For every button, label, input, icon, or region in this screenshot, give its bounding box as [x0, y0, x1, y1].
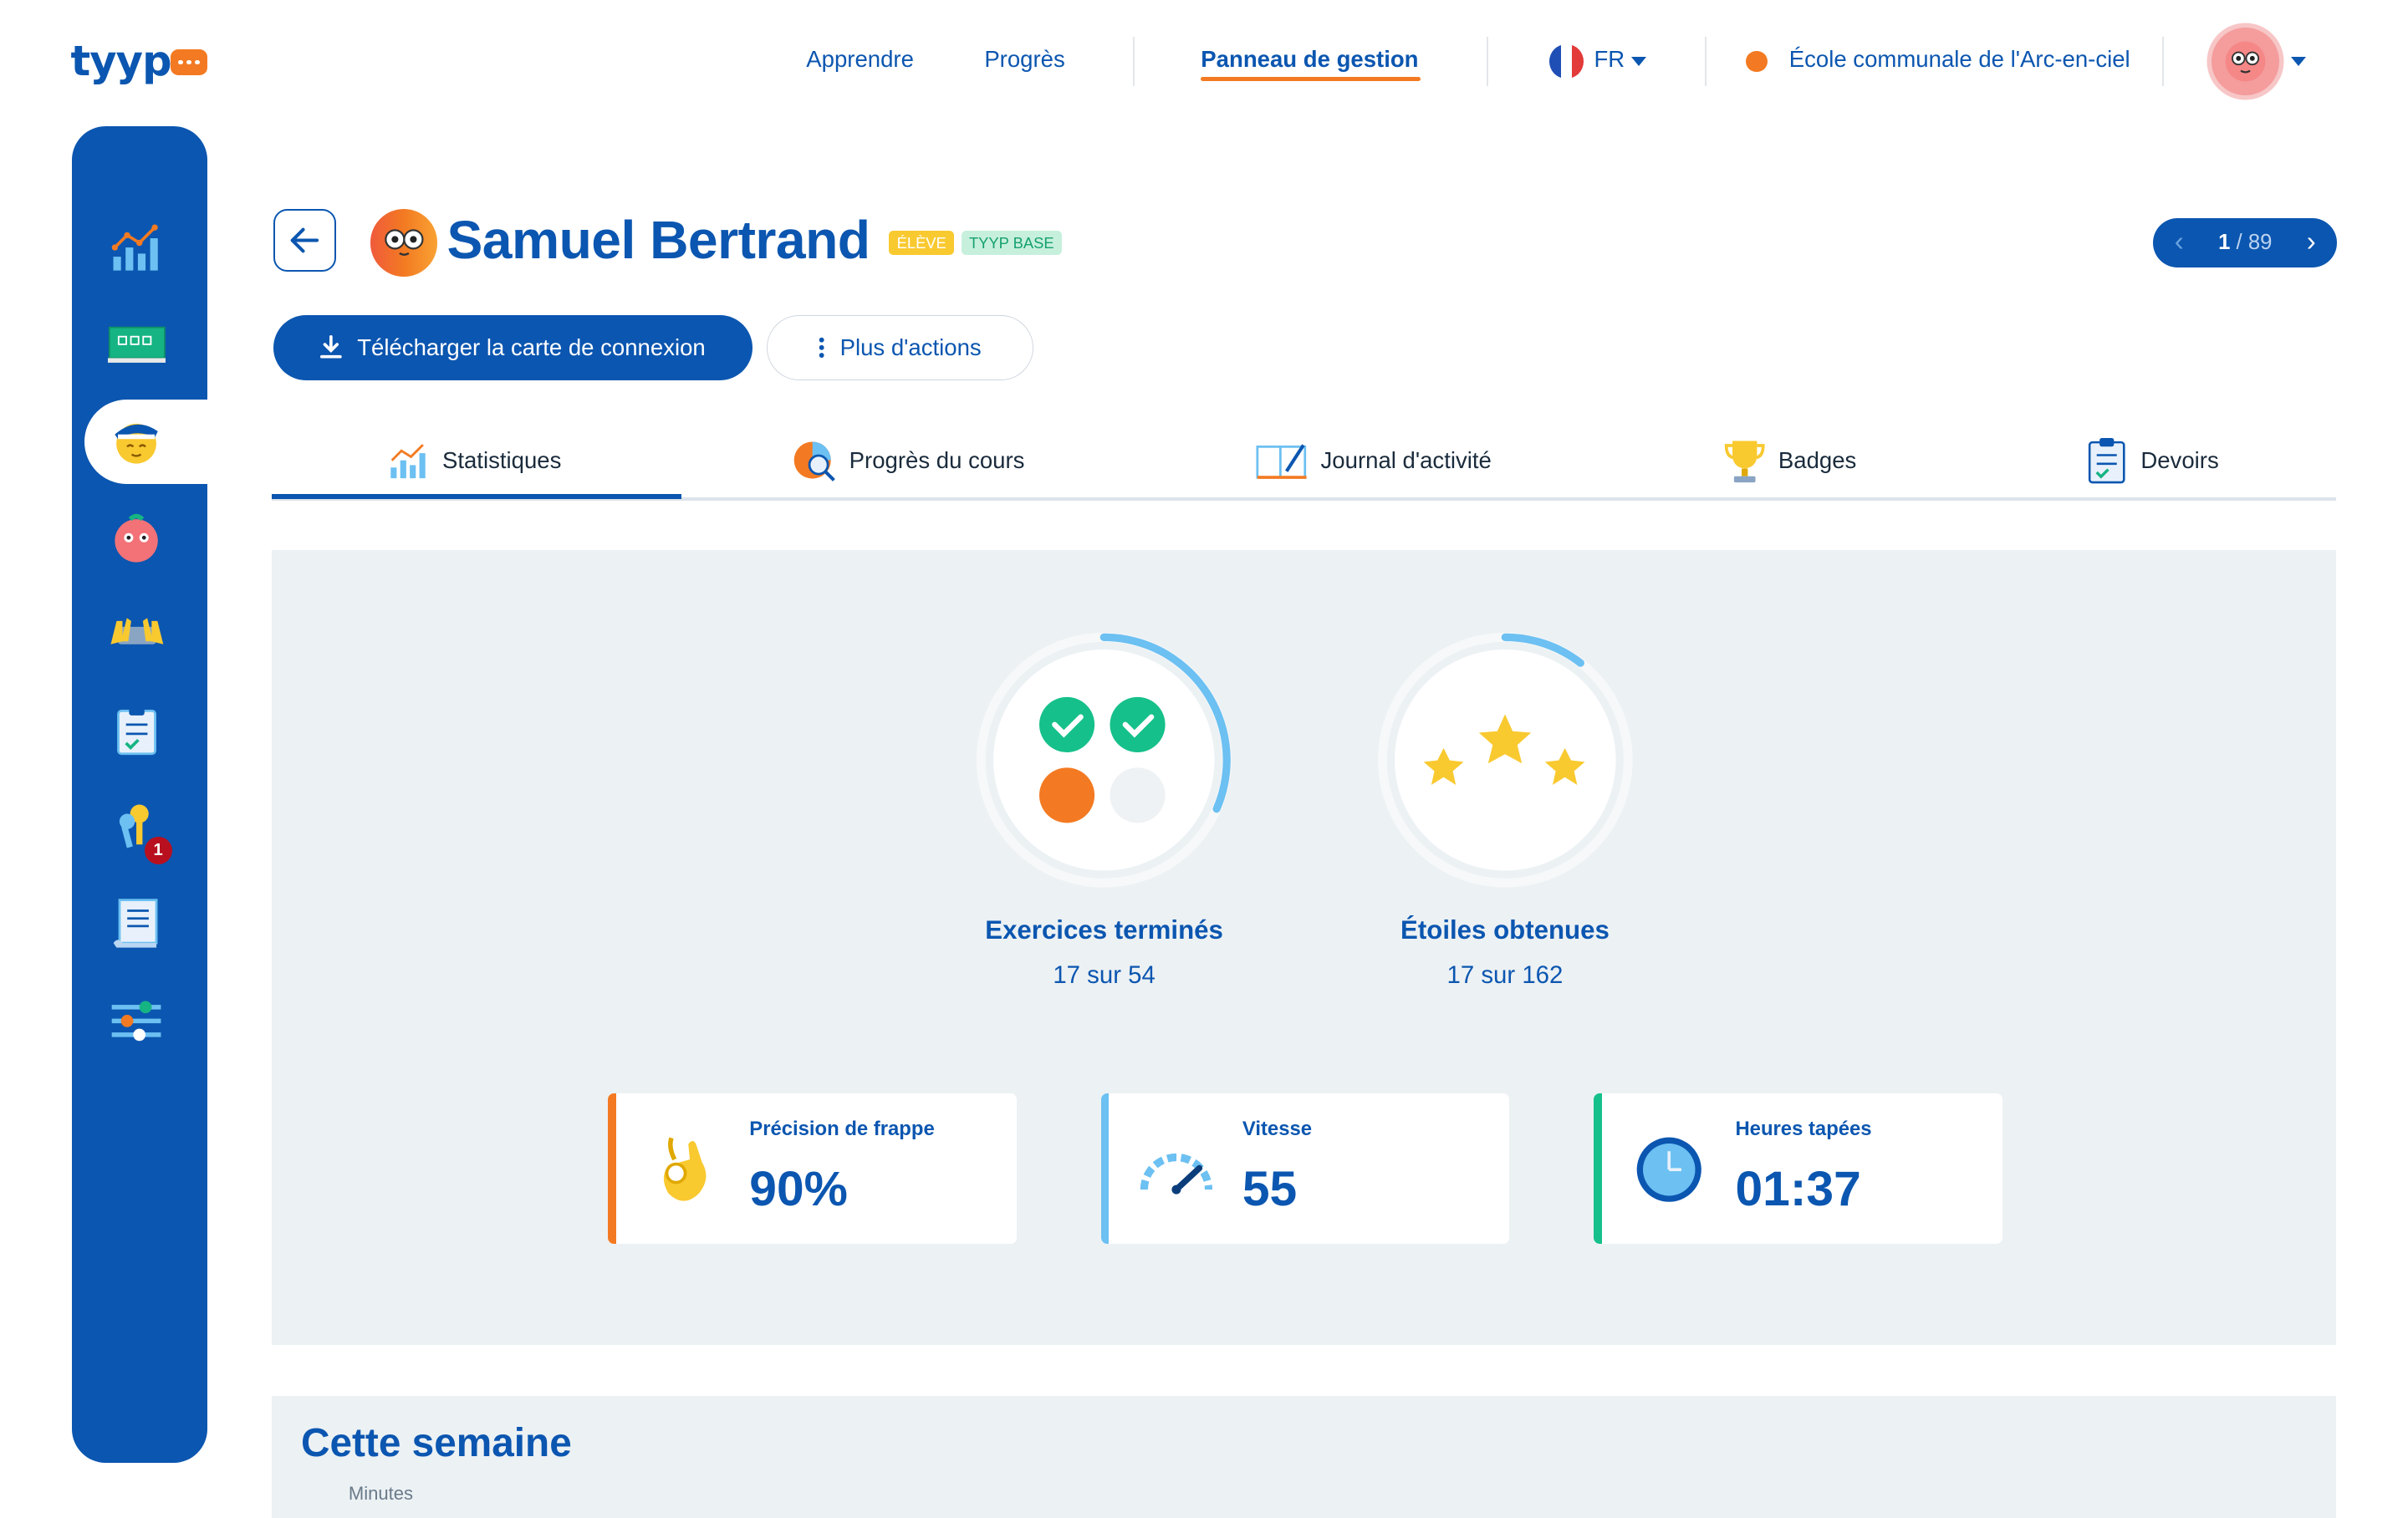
clock-icon	[1631, 1132, 1708, 1209]
more-actions-button[interactable]: Plus d'actions	[766, 314, 1034, 381]
back-button[interactable]	[273, 208, 337, 273]
classroom-icon	[107, 326, 166, 363]
sidebar-item-reports[interactable]	[108, 895, 166, 954]
card-title: Vitesse	[1242, 1118, 1313, 1141]
weekly-panel	[272, 1395, 2336, 1518]
tab-statistics[interactable]: Statistiques	[387, 430, 562, 491]
card-title: Heures tapées	[1735, 1118, 1872, 1141]
tyyp-logo[interactable]: tyyp	[70, 37, 171, 85]
tab-course-progress[interactable]: Progrès du cours	[791, 430, 1025, 491]
accuracy-card: Précision de frappe 90%	[608, 1093, 1017, 1244]
nav-divider	[1133, 37, 1135, 86]
stars-value: 17 sur 162	[1446, 960, 1564, 989]
school-selector[interactable]: École communale de l'Arc-en-ciel	[1789, 46, 2130, 73]
tab-label: Statistiques	[441, 446, 562, 473]
user-avatar[interactable]	[2211, 28, 2279, 95]
document-icon	[113, 898, 158, 948]
exercises-illustration-icon	[1039, 695, 1168, 824]
clipboard-icon	[2089, 437, 2125, 483]
french-flag-icon[interactable]	[1549, 44, 1584, 79]
logo-chat-badge-icon	[170, 48, 207, 75]
more-actions-label: Plus d'actions	[839, 334, 982, 360]
notebook-icon	[1256, 444, 1308, 480]
chevron-down-icon[interactable]	[1630, 56, 1646, 66]
speedometer-icon	[1138, 1132, 1215, 1209]
student-pager: ‹ 1 / 89 ›	[2153, 217, 2338, 267]
weekly-axis-label: Minutes	[348, 1483, 414, 1505]
sidebar-item-assignments[interactable]	[108, 701, 166, 760]
nav-progress-link[interactable]: Progrès	[984, 46, 1064, 73]
notification-badge: 1	[144, 837, 172, 865]
kebab-menu-icon	[819, 337, 824, 359]
nav-learn-link[interactable]: Apprendre	[806, 46, 914, 73]
sidebar-item-settings[interactable]	[108, 992, 166, 1051]
arrow-left-icon	[290, 227, 319, 253]
download-login-card-button[interactable]: Télécharger la carte de connexion	[273, 314, 752, 381]
tab-label: Devoirs	[2140, 446, 2219, 473]
sidebar-item-classes[interactable]	[107, 315, 166, 374]
school-status-dot	[1746, 50, 1768, 73]
chart-icon	[390, 444, 426, 479]
tab-activity-log[interactable]: Journal d'activité	[1256, 430, 1492, 491]
avatar-icon	[115, 513, 159, 563]
nav-dashboard-link[interactable]: Panneau de gestion	[1201, 46, 1418, 73]
stars-label: Étoiles obtenues	[1400, 914, 1610, 945]
sidebar-item-avatars[interactable]	[108, 510, 166, 568]
hours-typed-card: Heures tapées 01:37	[1594, 1093, 2003, 1244]
nav-active-indicator	[1201, 76, 1421, 82]
chevron-right-icon[interactable]: ›	[2307, 227, 2316, 258]
student-name: Samuel Bertrand	[446, 209, 870, 270]
settings-sliders-icon	[112, 1001, 161, 1042]
card-value: 55	[1242, 1161, 1298, 1216]
tab-assignments[interactable]: Devoirs	[2085, 430, 2219, 491]
student-icon	[115, 423, 159, 464]
chevron-left-icon[interactable]: ‹	[2175, 227, 2184, 258]
card-accent	[1594, 1093, 1602, 1244]
glasses-face-icon	[384, 229, 424, 257]
exercises-label: Exercices terminés	[985, 914, 1223, 945]
nav-divider	[1704, 37, 1707, 86]
chevron-down-icon[interactable]	[2291, 56, 2307, 66]
speed-card: Vitesse 55	[1100, 1093, 1510, 1244]
card-value: 01:37	[1735, 1161, 1861, 1216]
avatar-face-icon	[2225, 41, 2266, 82]
keyboard-hands-icon	[110, 618, 163, 644]
card-accent	[1100, 1093, 1110, 1244]
trophy-icon	[1724, 441, 1765, 482]
tab-badges[interactable]: Badges	[1723, 430, 1857, 491]
sidebar-item-students[interactable]	[108, 411, 166, 470]
card-accent	[608, 1093, 616, 1244]
pager-current: 1	[2218, 230, 2231, 254]
plan-badge: TYYP BASE	[961, 230, 1062, 255]
exercises-value: 17 sur 54	[1053, 960, 1156, 989]
pager-count: 1 / 89	[2218, 231, 2272, 255]
student-avatar	[370, 208, 438, 277]
nav-divider	[2162, 37, 2164, 86]
nav-divider	[1486, 37, 1488, 86]
ok-hand-icon	[645, 1132, 722, 1209]
pie-magnifier-icon	[793, 441, 835, 482]
tab-label: Journal d'activité	[1320, 446, 1492, 473]
language-selector[interactable]: FR	[1594, 46, 1625, 73]
role-badge: ÉLÈVE	[889, 230, 954, 255]
sidebar-item-typing[interactable]	[108, 605, 166, 664]
sidebar-item-stats[interactable]	[108, 218, 166, 277]
chart-icon	[112, 224, 159, 271]
tab-label: Badges	[1778, 446, 1857, 473]
card-title: Précision de frappe	[749, 1118, 935, 1141]
tab-active-indicator	[272, 494, 682, 499]
download-icon	[320, 335, 342, 359]
download-label: Télécharger la carte de connexion	[357, 334, 706, 360]
card-value: 90%	[749, 1161, 848, 1216]
stars-illustration-icon	[1421, 710, 1589, 802]
clipboard-icon	[117, 706, 156, 756]
weekly-title: Cette semaine	[300, 1420, 572, 1465]
tab-label: Progrès du cours	[849, 446, 1025, 473]
pager-total: / 89	[2236, 230, 2273, 254]
